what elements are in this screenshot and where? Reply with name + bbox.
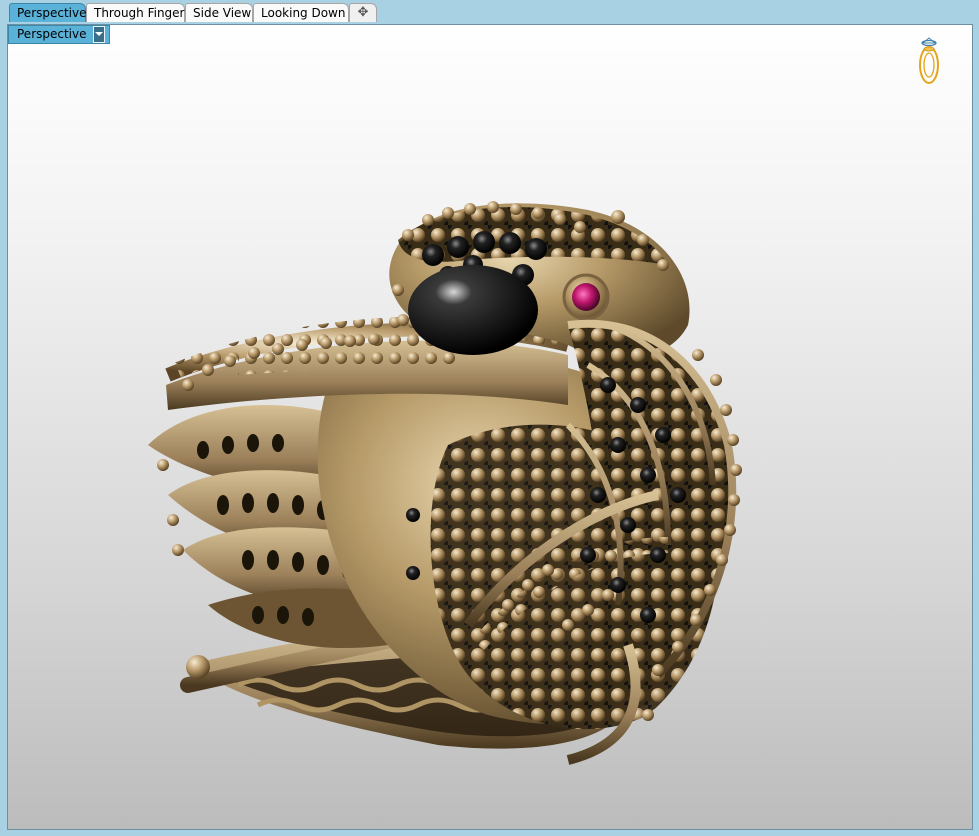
tab-perspective[interactable]: Perspective <box>9 3 87 22</box>
tab-looking-down[interactable]: Looking Down <box>253 3 349 22</box>
tab-side-view[interactable]: Side View <box>185 3 253 22</box>
tab-through-finger[interactable]: Through Finger <box>86 3 185 22</box>
jewelry-ring-model[interactable] <box>8 25 973 830</box>
add-tab-button[interactable]: ✥ <box>349 3 377 22</box>
3d-viewport[interactable]: Perspective <box>7 24 973 830</box>
bottom-frame <box>0 830 979 836</box>
plus-icon: ✥ <box>357 5 369 20</box>
viewport-tab-bar: Perspective Through Finger Side View Loo… <box>0 0 979 24</box>
